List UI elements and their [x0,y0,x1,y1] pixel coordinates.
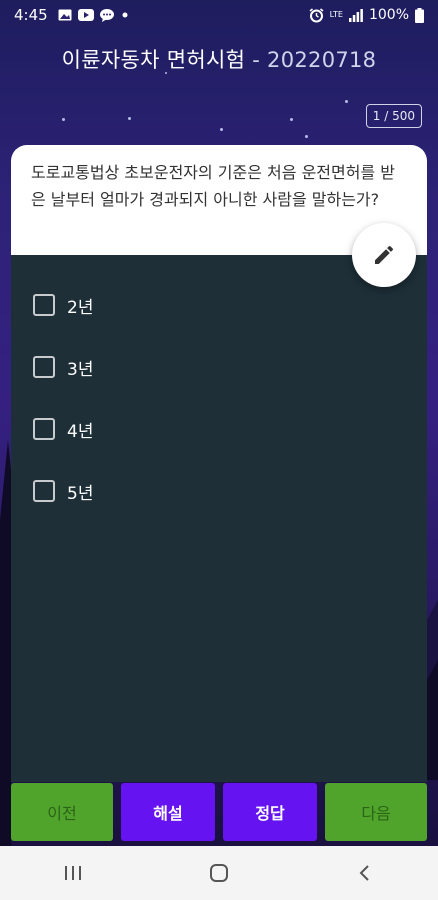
memo-fab-button[interactable] [352,223,416,287]
home-button[interactable] [189,853,249,893]
chat-icon [99,8,114,22]
option-label: 4년 [67,421,94,442]
answer-options: 2년 3년 4년 5년 [11,255,427,522]
signal-icon [348,8,363,22]
bottom-action-bar: 이전 해설 정답 다음 [11,783,427,841]
explanation-button[interactable]: 해설 [120,783,215,841]
checkbox[interactable] [33,418,55,440]
back-button[interactable] [335,853,395,893]
home-icon [210,864,228,882]
option-label: 5년 [67,483,94,504]
answer-option-1[interactable]: 2년 [11,274,427,336]
answer-option-2[interactable]: 3년 [11,336,427,398]
battery-icon [415,7,424,23]
network-type: LTE [329,10,343,19]
question-counter-badge: 1 / 500 [365,104,422,128]
title-separator: - [252,48,268,72]
youtube-icon [77,9,94,21]
pencil-icon [375,245,394,264]
status-time: 4:45 [14,6,48,24]
back-icon [359,865,369,881]
dot-icon [122,12,128,18]
exam-name: 이륜자동차 면허시험 [61,48,253,72]
alarm-icon [309,7,324,22]
exam-date: 20220718 [267,48,377,72]
page-title: 이륜자동차 면허시험 - 20220718 [0,44,438,74]
gallery-icon [58,9,72,21]
status-bar: 4:45 LTE 100% [0,0,438,30]
option-label: 3년 [67,359,94,380]
answer-button[interactable]: 정답 [223,783,318,841]
answer-option-4[interactable]: 5년 [11,460,427,522]
checkbox[interactable] [33,356,55,378]
battery-level: 100% [368,7,409,23]
prev-button[interactable]: 이전 [11,783,113,841]
checkbox[interactable] [33,294,55,316]
option-label: 2년 [67,297,94,318]
checkbox[interactable] [33,480,55,502]
recent-apps-button[interactable] [43,853,103,893]
system-nav-bar [0,846,438,900]
answer-option-3[interactable]: 4년 [11,398,427,460]
next-button[interactable]: 다음 [325,783,427,841]
recent-apps-icon [65,866,81,880]
